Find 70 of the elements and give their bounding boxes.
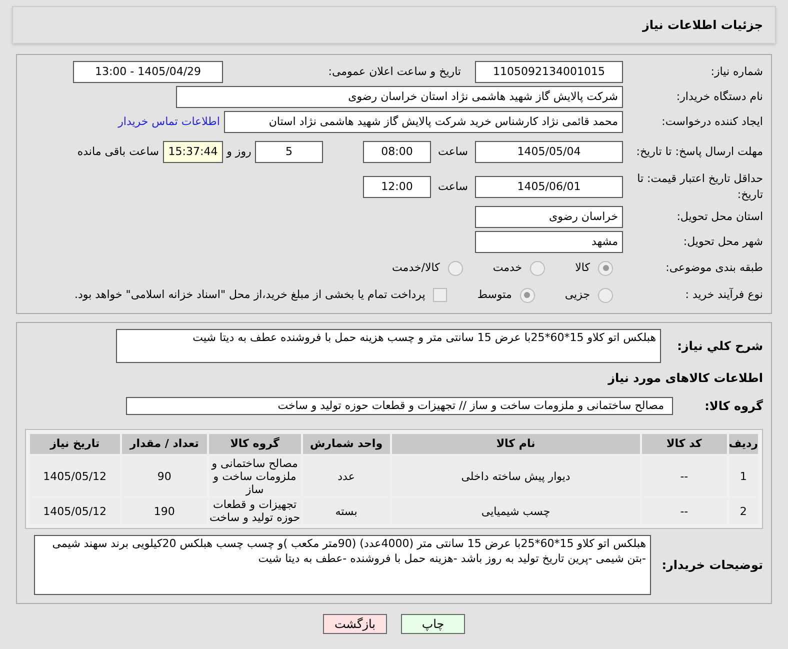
table-cell: 2	[728, 498, 758, 524]
field-label: توضیحات خریدار:	[660, 557, 763, 574]
table-cell: 90	[122, 456, 208, 496]
table-cell: تجهیزات و قطعات حوزه تولید و ساخت	[209, 498, 301, 524]
table-cell: 1	[728, 456, 758, 496]
field-label: ایجاد کننده درخواست:	[660, 114, 763, 130]
table-cell: --	[642, 498, 727, 524]
column-header: واحد شمارش	[302, 434, 390, 454]
field-label: شهر محل تحویل:	[682, 234, 763, 250]
field-label: شرح کلي نياز:	[676, 338, 763, 355]
days-label: روز و	[225, 144, 252, 160]
text-field[interactable]: محمد قائمی نژاد کارشناس خرید شرکت پالایش گاز شهید هاشمی نژاد استان	[224, 111, 623, 133]
radio-label: متوسط	[477, 286, 512, 303]
radio-label: خدمت	[492, 260, 522, 276]
text-field[interactable]: 1405/04/29 - 13:00	[73, 61, 223, 83]
column-header: تعداد / مقدار	[122, 434, 208, 454]
text-field[interactable]: مشهد	[475, 231, 623, 253]
checkbox[interactable]	[433, 288, 448, 302]
table-cell: --	[642, 456, 727, 496]
text-field[interactable]: 5	[255, 141, 323, 163]
text-field[interactable]: 15:37:44	[163, 141, 223, 163]
radio-label: جزیی	[564, 286, 590, 303]
text-field[interactable]: 08:00	[363, 141, 431, 163]
field-label: شماره نیاز:	[710, 64, 763, 80]
radio-button[interactable]	[530, 260, 546, 276]
table-cell: چسب شیمیایی	[392, 498, 640, 524]
table-cell: 1405/05/12	[30, 498, 120, 524]
field-label: طبقه بندی موضوعی:	[664, 260, 763, 276]
field-label: مهلت ارسال پاسخ: تا تاریخ:	[635, 144, 763, 160]
radio-label: کالا/خدمت	[392, 260, 440, 276]
time-label: ساعت	[437, 144, 469, 160]
field-label: حداقل تاریخ اعتبار قیمت: تا تاریخ:	[636, 170, 763, 203]
goods-group-field[interactable]: مصالح ساختمانی و ملزومات ساخت و ساز // تجهیزات و قطعات حوزه تولید و ساخت	[126, 397, 673, 415]
back-button[interactable]: بازگشت	[323, 614, 387, 634]
text-field[interactable]: شرکت پالایش گاز شهید هاشمی نژاد استان خراسان رضوی	[176, 86, 623, 108]
table-cell: دیوار پیش ساخته داخلی	[392, 456, 640, 496]
column-header: ردیف	[728, 434, 758, 454]
text-field[interactable]: 1105092134001015	[475, 61, 623, 83]
column-header: کد کالا	[642, 434, 727, 454]
field-label: گروه کالا:	[704, 398, 763, 415]
section-heading: اطلاعات کالاهای مورد نیاز	[606, 370, 763, 387]
table-cell: بسته	[302, 498, 390, 524]
column-header: گروه کالا	[209, 434, 301, 454]
text-field[interactable]: خراسان رضوی	[475, 206, 623, 228]
description-field[interactable]: هبلکس اتو کلاو 15*60*25با عرض 15 سانتی متر و چسب هزینه حمل با فروشنده عطف به دیتا شیت	[116, 329, 661, 363]
radio-button[interactable]	[448, 260, 463, 276]
radio-button[interactable]	[598, 288, 613, 302]
field-label: نام دستگاه خریدار:	[675, 88, 763, 105]
field-label: نوع فرآیند خرید :	[684, 286, 763, 303]
field-label: استان محل تحویل:	[676, 208, 763, 225]
radio-button[interactable]	[520, 288, 535, 302]
buyer-contact-link[interactable]: اطلاعات تماس خریدار	[118, 114, 220, 130]
radio-label: کالا	[575, 260, 590, 276]
text-field[interactable]: 1405/05/04	[475, 141, 623, 163]
field-label: تاریخ و ساعت اعلان عمومی:	[327, 64, 461, 80]
table-cell: عدد	[302, 456, 390, 496]
time-label: ساعت	[437, 178, 469, 195]
table-cell: 1405/05/12	[30, 456, 120, 496]
column-header: نام کالا	[392, 434, 640, 454]
radio-button[interactable]	[598, 260, 613, 276]
buyer-notes-field[interactable]: هبلکس اتو کلاو 15*60*25با عرض 15 سانتی متر (4000عدد) (90متر مکعب )و چسب چسب هبلکس 20کیلویی برند سهند شیمی -بتن شیمی -پرین تاریخ تولید به روز باشد -هزینه حمل با فروشنده -عطف به دیتا شیت	[34, 535, 651, 595]
text-field[interactable]: 1405/06/01	[475, 176, 623, 198]
remaining-label: ساعت باقی مانده	[77, 144, 159, 160]
text-field[interactable]: 12:00	[363, 176, 431, 198]
page-title: جزئیات اطلاعات نیاز	[642, 17, 763, 34]
checkbox-label: پرداخت تمام یا بخشی از مبلغ خرید،از محل "اسناد خزانه اسلامی" خواهد بود.	[74, 286, 426, 303]
table-cell: مصالح ساختمانی و ملزومات ساخت و ساز	[209, 456, 301, 496]
table-cell: 190	[122, 498, 208, 524]
print-button[interactable]: چاپ	[401, 614, 465, 634]
column-header: تاریخ نیاز	[30, 434, 120, 454]
